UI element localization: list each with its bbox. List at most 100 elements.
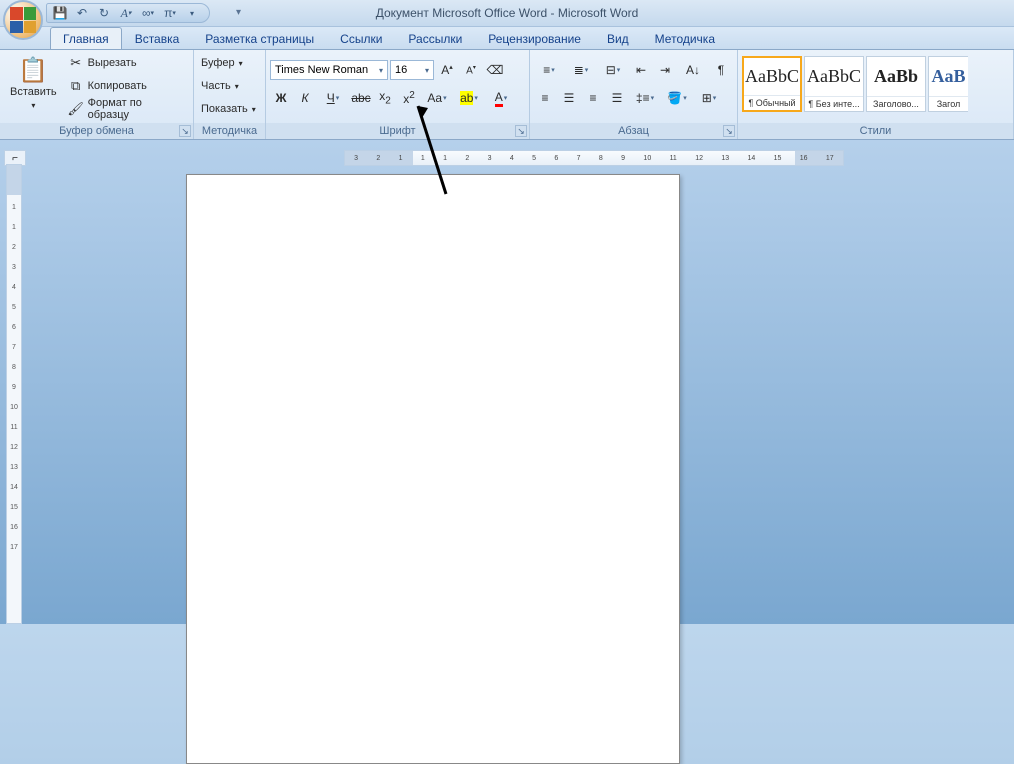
- tab-mailings[interactable]: Рассылки: [395, 27, 475, 49]
- style-name-label: ¶ Обычный: [744, 95, 800, 110]
- document-page[interactable]: [186, 174, 680, 764]
- window-title: Документ Microsoft Office Word - Microso…: [376, 6, 639, 20]
- font-launcher-icon[interactable]: ↘: [515, 125, 527, 137]
- justify-button[interactable]: ☰: [606, 87, 628, 109]
- paste-label: Вставить: [10, 86, 57, 98]
- bucket-icon: 🪣: [667, 91, 682, 105]
- font-size-value: 16: [395, 64, 407, 76]
- document-area: ⌐ 32111234567891011121314151617 21123456…: [0, 140, 1014, 624]
- qat-more-icon[interactable]: ▾: [236, 7, 241, 18]
- titlebar: 💾 ↶ ↻ A▾ ∞▾ π▾ ▾ ▾ Документ Microsoft Of…: [0, 0, 1014, 27]
- numbering-button[interactable]: ≣▾: [566, 59, 596, 81]
- paragraph-launcher-icon[interactable]: ↘: [723, 125, 735, 137]
- align-left-button[interactable]: ≡: [534, 87, 556, 109]
- highlight-icon: ab: [460, 91, 473, 105]
- bold-button[interactable]: Ж: [270, 87, 292, 109]
- tab-view[interactable]: Вид: [594, 27, 642, 49]
- cut-button[interactable]: ✂Вырезать: [65, 52, 189, 74]
- format-painter-label: Формат по образцу: [88, 97, 186, 121]
- change-case-button[interactable]: Aa▾: [422, 87, 452, 109]
- outdent-icon: ⇤: [636, 63, 646, 77]
- increase-indent-button[interactable]: ⇥: [654, 59, 676, 81]
- font-style-icon[interactable]: A▾: [117, 5, 135, 21]
- vertical-ruler[interactable]: 211234567891011121314151617: [6, 164, 22, 624]
- show-button[interactable]: Показать ▾: [198, 98, 259, 120]
- strikethrough-button[interactable]: abc: [350, 87, 372, 109]
- office-button[interactable]: [3, 0, 43, 40]
- horizontal-ruler[interactable]: 32111234567891011121314151617: [344, 150, 844, 166]
- pi-icon[interactable]: π▾: [161, 5, 179, 21]
- group-methodichka: Буфер ▾ Часть ▾ Показать ▾ Методичка: [194, 50, 266, 139]
- paste-button[interactable]: 📋 Вставить▾: [4, 52, 63, 114]
- clear-formatting-button[interactable]: ⌫: [484, 59, 506, 81]
- infinity-icon[interactable]: ∞▾: [139, 5, 157, 21]
- qat-customize-icon[interactable]: ▾: [183, 5, 201, 21]
- align-center-icon: ☰: [564, 91, 575, 105]
- brush-icon: 🖌: [68, 101, 84, 117]
- clipboard-group-label: Буфер обмена: [59, 125, 134, 137]
- align-right-button[interactable]: ≡: [582, 87, 604, 109]
- bold-icon: Ж: [276, 91, 287, 105]
- indent-icon: ⇥: [660, 63, 670, 77]
- tab-review[interactable]: Рецензирование: [475, 27, 594, 49]
- style-preview: AaBbC: [745, 58, 799, 95]
- subscript-button[interactable]: x2: [374, 87, 396, 109]
- save-icon[interactable]: 💾: [51, 5, 69, 21]
- sort-icon: A↓: [686, 63, 700, 77]
- eraser-icon: ⌫: [487, 63, 504, 77]
- copy-button[interactable]: ⧉Копировать: [65, 75, 189, 97]
- style-no-spacing[interactable]: AaBbC ¶ Без инте...: [804, 56, 864, 112]
- buffer-button[interactable]: Буфер ▾: [198, 52, 259, 74]
- tab-references[interactable]: Ссылки: [327, 27, 395, 49]
- multilevel-icon: ⊟: [606, 63, 616, 77]
- redo-icon[interactable]: ↻: [95, 5, 113, 21]
- shading-button[interactable]: 🪣▾: [662, 87, 692, 109]
- highlight-button[interactable]: ab▾: [454, 87, 484, 109]
- line-spacing-icon: ‡≡: [636, 91, 650, 105]
- bullets-icon: ≡: [543, 63, 550, 77]
- underline-button[interactable]: Ч▾: [318, 87, 348, 109]
- justify-icon: ☰: [612, 91, 623, 105]
- font-color-button[interactable]: A▾: [486, 87, 516, 109]
- style-name-label: Заголово...: [867, 96, 925, 111]
- font-size-combo[interactable]: 16 ▾: [390, 60, 434, 80]
- italic-button[interactable]: К: [294, 87, 316, 109]
- shrink-font-button[interactable]: A▾: [460, 59, 482, 81]
- multilevel-button[interactable]: ⊟▾: [598, 59, 628, 81]
- clipboard-launcher-icon[interactable]: ↘: [179, 125, 191, 137]
- undo-icon[interactable]: ↶: [73, 5, 91, 21]
- ribbon-tabs: Главная Вставка Разметка страницы Ссылки…: [0, 27, 1014, 50]
- style-preview: AaBbC: [807, 57, 861, 96]
- borders-button[interactable]: ⊞▾: [694, 87, 724, 109]
- paragraph-group-label: Абзац: [618, 125, 649, 137]
- tab-home[interactable]: Главная: [50, 27, 122, 49]
- subscript-icon: x2: [379, 89, 391, 106]
- cut-label: Вырезать: [88, 57, 137, 69]
- tab-methodichka[interactable]: Методичка: [642, 27, 728, 49]
- style-normal[interactable]: AaBbC ¶ Обычный: [742, 56, 802, 112]
- align-right-icon: ≡: [589, 91, 596, 105]
- show-label: Показать: [201, 103, 248, 115]
- tab-page-layout[interactable]: Разметка страницы: [192, 27, 327, 49]
- part-button[interactable]: Часть ▾: [198, 75, 259, 97]
- style-heading1[interactable]: AaBb Заголово...: [866, 56, 926, 112]
- superscript-button[interactable]: x2: [398, 87, 420, 109]
- align-center-button[interactable]: ☰: [558, 87, 580, 109]
- style-heading2[interactable]: AaB Загол: [928, 56, 968, 112]
- chevron-down-icon: ▾: [421, 66, 429, 75]
- font-color-icon: A: [495, 90, 503, 107]
- sort-button[interactable]: A↓: [678, 59, 708, 81]
- styles-group-label: Стили: [860, 125, 892, 137]
- line-spacing-button[interactable]: ‡≡▾: [630, 87, 660, 109]
- font-name-value: Times New Roman: [275, 64, 368, 76]
- tab-insert[interactable]: Вставка: [122, 27, 193, 49]
- show-marks-button[interactable]: ¶: [710, 59, 732, 81]
- decrease-indent-button[interactable]: ⇤: [630, 59, 652, 81]
- font-name-combo[interactable]: Times New Roman▾: [270, 60, 388, 80]
- format-painter-button[interactable]: 🖌Формат по образцу: [65, 98, 189, 120]
- shrink-font-icon: A▾: [466, 64, 476, 76]
- grow-font-icon: A▴: [441, 63, 453, 77]
- quick-access-toolbar: 💾 ↶ ↻ A▾ ∞▾ π▾ ▾: [46, 3, 210, 23]
- bullets-button[interactable]: ≡▾: [534, 59, 564, 81]
- grow-font-button[interactable]: A▴: [436, 59, 458, 81]
